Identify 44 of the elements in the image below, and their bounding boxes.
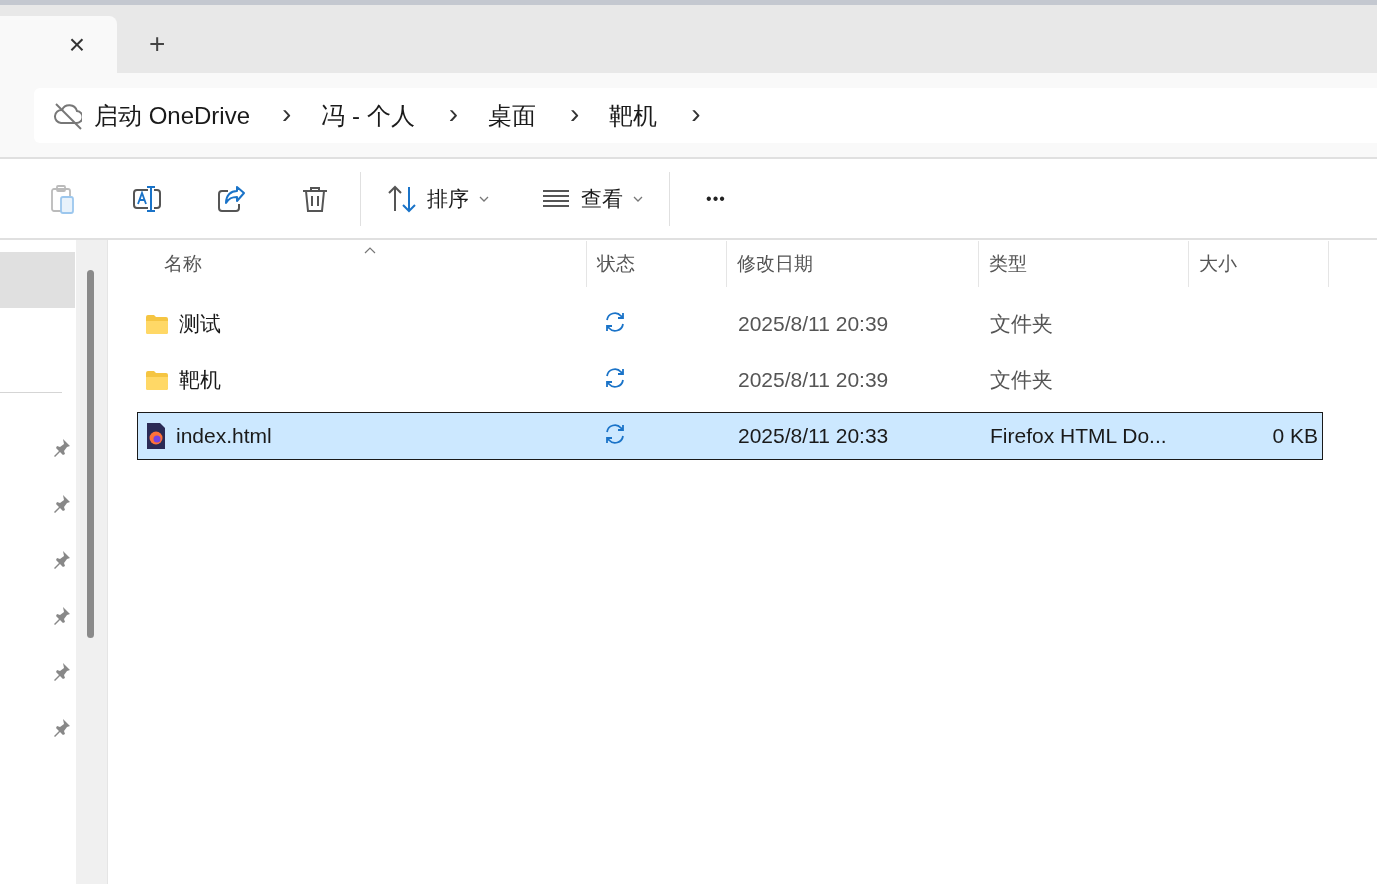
- file-name: index.html: [176, 424, 272, 448]
- column-header[interactable]: 大小: [1189, 241, 1329, 287]
- file-name: 测试: [179, 311, 221, 337]
- type-cell-text: 文件夹: [989, 367, 1054, 393]
- pin-icon: [53, 662, 71, 682]
- breadcrumb-item[interactable]: 启动 OneDrive: [94, 99, 251, 132]
- pin-icon: [53, 494, 71, 514]
- type-cell-text: 文件夹: [989, 311, 1054, 337]
- breadcrumb-item[interactable]: 靶机: [609, 99, 658, 132]
- new-tab-button[interactable]: +: [143, 29, 172, 59]
- column-header[interactable]: 类型: [979, 241, 1189, 287]
- file-row[interactable]: index.html 2025/8/11 20:33 Firefox HTML Do... 0 KB: [137, 412, 1323, 460]
- more-button[interactable]: •••: [696, 178, 736, 219]
- sort-button[interactable]: 排序: [387, 178, 489, 219]
- breadcrumb-item[interactable]: 冯 - 个人: [321, 99, 415, 132]
- browser-tab[interactable]: ×: [0, 16, 117, 73]
- breadcrumb-separator[interactable]: ›: [448, 97, 459, 130]
- chevron-down-icon: [633, 195, 643, 202]
- scrollbar-track[interactable]: [76, 240, 107, 884]
- breadcrumb-separator[interactable]: ›: [570, 97, 580, 130]
- breadcrumb-separator[interactable]: ›: [282, 97, 292, 130]
- date-cell-text: 2025/8/11 20:33: [737, 424, 890, 448]
- column-header[interactable]: 修改日期: [727, 241, 979, 287]
- breadcrumb-item[interactable]: 桌面: [488, 99, 537, 132]
- column-header[interactable]: 状态: [587, 241, 727, 287]
- breadcrumb-separator[interactable]: ›: [691, 97, 701, 130]
- address-bar[interactable]: 启动 OneDrive › 冯 - 个人 › 桌面 › 靶机 ›: [34, 88, 1377, 143]
- file-row[interactable]: 测试 2025/8/11 20:39 文件夹: [137, 300, 1323, 348]
- date-cell-text: 2025/8/11 20:39: [737, 312, 890, 336]
- file-row[interactable]: 靶机 2025/8/11 20:39 文件夹: [137, 356, 1323, 404]
- sidebar-item[interactable]: [0, 252, 75, 308]
- type-cell-text: Firefox HTML Do...: [989, 424, 1168, 448]
- size-cell: 0 KB: [1272, 424, 1318, 447]
- pin-icon: [53, 718, 71, 738]
- column-header[interactable]: 名称: [108, 241, 587, 287]
- scrollbar-thumb[interactable]: [87, 270, 94, 638]
- close-tab-button[interactable]: ×: [64, 30, 89, 59]
- chevron-down-icon: [479, 195, 489, 202]
- pin-icon: [53, 550, 71, 570]
- view-button[interactable]: 查看: [541, 178, 643, 219]
- pin-icon: [53, 606, 71, 626]
- pin-icon: [53, 438, 71, 458]
- file-name: 靶机: [179, 367, 221, 393]
- date-cell-text: 2025/8/11 20:39: [737, 368, 890, 392]
